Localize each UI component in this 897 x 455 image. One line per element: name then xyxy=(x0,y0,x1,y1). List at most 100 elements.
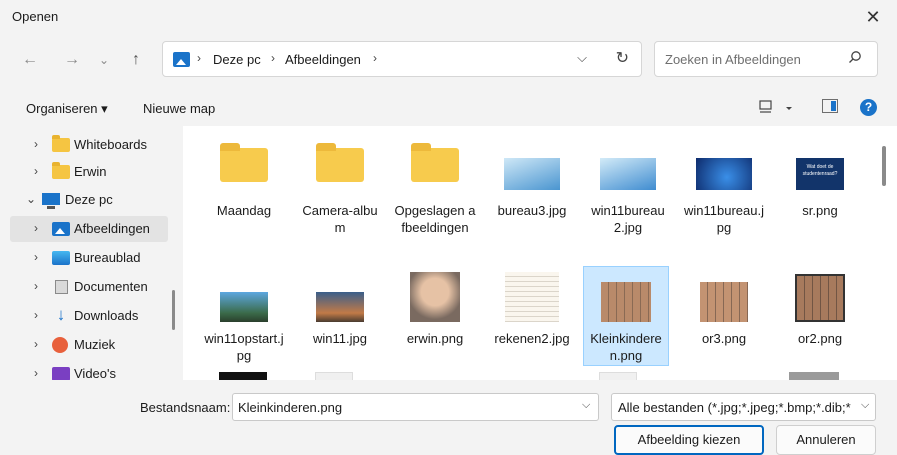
download-icon: ↓ xyxy=(56,305,66,324)
file-item-rekenen2[interactable]: rekenen2.jpg xyxy=(489,268,575,368)
file-name: bureau3.jpg xyxy=(497,203,567,218)
back-button[interactable]: ← xyxy=(18,48,42,72)
file-name: win11.jpg xyxy=(313,331,367,346)
search-icon[interactable] xyxy=(848,50,862,64)
chevron-right-icon[interactable]: › xyxy=(34,308,38,322)
up-button[interactable]: ↑ xyxy=(124,48,148,72)
file-item-or2[interactable]: or2.png xyxy=(777,268,863,368)
chevron-down-icon[interactable]: ⌵ xyxy=(577,50,587,66)
sidebar-item-bureaublad[interactable]: › Bureaublad xyxy=(10,245,168,271)
file-name: Maandag xyxy=(216,203,272,218)
desktop-icon xyxy=(52,251,70,265)
breadcrumb-separator: › xyxy=(197,51,201,65)
navigation-pane[interactable]: › Whiteboards › Erwin ⌄ Deze pc › Afbeel… xyxy=(0,126,183,380)
breadcrumb-separator: › xyxy=(271,51,275,65)
video-icon xyxy=(52,367,70,380)
chevron-right-icon[interactable]: › xyxy=(34,250,38,264)
file-item-bureau3[interactable]: bureau3.jpg xyxy=(489,136,575,236)
sidebar-item-erwin[interactable]: › Erwin xyxy=(10,159,168,185)
file-name: win11bureau2.jpg xyxy=(591,203,665,235)
file-name: or3.png xyxy=(701,331,747,346)
image-thumbnail xyxy=(504,158,560,190)
cancel-button[interactable]: Annuleren xyxy=(776,425,876,455)
address-bar[interactable]: › Deze pc › Afbeeldingen › ⌵ ↻ xyxy=(162,41,642,77)
organize-menu-button[interactable]: Organiseren ▾ xyxy=(26,101,108,117)
pictures-icon xyxy=(52,222,70,236)
file-item-win11bureau[interactable]: win11bureau.jpg xyxy=(681,136,767,236)
folder-icon xyxy=(411,143,459,182)
file-item-win11[interactable]: win11.jpg xyxy=(297,268,383,368)
sidebar-item-documenten[interactable]: › Documenten xyxy=(10,274,168,300)
sidebar-item-label: Deze pc xyxy=(65,192,113,207)
sidebar-item-label: Muziek xyxy=(74,337,116,352)
file-item-maandag[interactable]: Maandag xyxy=(201,136,287,236)
chevron-right-icon[interactable]: › xyxy=(34,366,38,380)
sidebar-item-afbeeldingen[interactable]: › Afbeeldingen xyxy=(10,216,168,242)
refresh-icon[interactable]: ↻ xyxy=(616,48,629,68)
sidebar-item-whiteboards[interactable]: › Whiteboards xyxy=(10,132,168,158)
breadcrumb-deze-pc[interactable]: Deze pc xyxy=(213,52,261,67)
view-options-icon[interactable] xyxy=(758,98,798,120)
folder-icon xyxy=(220,143,268,182)
sidebar-item-label: Afbeeldingen xyxy=(74,221,150,236)
file-type-select[interactable]: Alle bestanden (*.jpg;*.jpeg;*.bmp;*.dib… xyxy=(611,393,876,421)
sidebar-item-videos[interactable]: › Video's xyxy=(10,361,168,380)
file-name: win11bureau.jpg xyxy=(684,203,764,235)
image-thumbnail xyxy=(219,372,267,380)
file-item-erwin[interactable]: erwin.png xyxy=(392,268,478,368)
image-thumbnail xyxy=(599,372,637,380)
file-item-or3[interactable]: or3.png xyxy=(681,268,767,368)
preview-pane-icon[interactable] xyxy=(822,99,838,113)
file-name: sr.png xyxy=(802,203,838,218)
recent-locations-button[interactable]: ⌄ xyxy=(92,48,116,72)
image-thumbnail xyxy=(795,274,845,322)
document-icon xyxy=(55,280,68,294)
image-thumbnail xyxy=(700,282,748,322)
chevron-down-icon[interactable]: ⌵ xyxy=(861,399,869,412)
image-thumbnail xyxy=(601,282,651,322)
forward-button[interactable]: → xyxy=(60,48,84,72)
sidebar-item-muziek[interactable]: › Muziek xyxy=(10,332,168,358)
file-list-scrollbar[interactable] xyxy=(882,146,886,186)
sidebar-item-deze-pc[interactable]: ⌄ Deze pc xyxy=(0,187,168,213)
file-item-sr[interactable]: Wat doet de studentenraad? sr.png xyxy=(777,136,863,236)
file-item-camera-album[interactable]: Camera-album xyxy=(297,136,383,236)
chevron-right-icon[interactable]: › xyxy=(34,221,38,235)
image-thumbnail xyxy=(789,372,839,380)
sidebar-item-label: Erwin xyxy=(74,164,107,179)
chevron-down-icon[interactable]: ⌄ xyxy=(26,192,36,206)
sidebar-item-label: Video's xyxy=(74,366,116,380)
image-thumbnail xyxy=(505,272,559,322)
filename-input[interactable] xyxy=(232,393,599,421)
filename-label: Bestandsnaam: xyxy=(140,400,231,415)
chevron-right-icon[interactable]: › xyxy=(34,337,38,351)
image-thumbnail xyxy=(410,272,460,322)
file-item-win11opstart[interactable]: win11opstart.jpg xyxy=(201,268,287,368)
sidebar-item-label: Whiteboards xyxy=(74,137,147,152)
sidebar-item-label: Documenten xyxy=(74,279,148,294)
folder-icon xyxy=(52,162,70,179)
sidebar-item-label: Downloads xyxy=(74,308,139,323)
image-thumbnail xyxy=(600,158,656,190)
file-item-win11bureau2[interactable]: win11bureau2.jpg xyxy=(585,136,671,236)
image-thumbnail xyxy=(316,292,364,322)
file-item-opgeslagen-afbeeldingen[interactable]: Opgeslagen afbeeldingen xyxy=(392,136,478,266)
chevron-right-icon[interactable]: › xyxy=(34,279,38,293)
close-icon[interactable]: ✕ xyxy=(859,5,887,29)
window-title: Openen xyxy=(12,9,59,24)
choose-image-button[interactable]: Afbeelding kiezen xyxy=(614,425,764,455)
music-icon xyxy=(52,337,68,353)
chevron-right-icon[interactable]: › xyxy=(34,137,38,151)
new-folder-button[interactable]: Nieuwe map xyxy=(143,101,215,116)
help-icon[interactable]: ? xyxy=(860,99,877,116)
file-list[interactable]: Maandag Camera-album Opgeslagen afbeeldi… xyxy=(183,126,897,380)
search-input[interactable] xyxy=(654,41,878,77)
sidebar-scrollbar[interactable] xyxy=(172,290,175,330)
breadcrumb-afbeeldingen[interactable]: Afbeeldingen xyxy=(285,52,361,67)
file-name: rekenen2.jpg xyxy=(494,331,570,346)
sidebar-item-downloads[interactable]: › ↓ Downloads xyxy=(10,303,168,329)
file-item-kleinkinderen[interactable]: Kleinkinderen.png xyxy=(583,266,669,366)
file-name: Camera-album xyxy=(302,203,378,235)
chevron-down-icon[interactable]: ⌵ xyxy=(582,399,590,412)
chevron-right-icon[interactable]: › xyxy=(34,164,38,178)
